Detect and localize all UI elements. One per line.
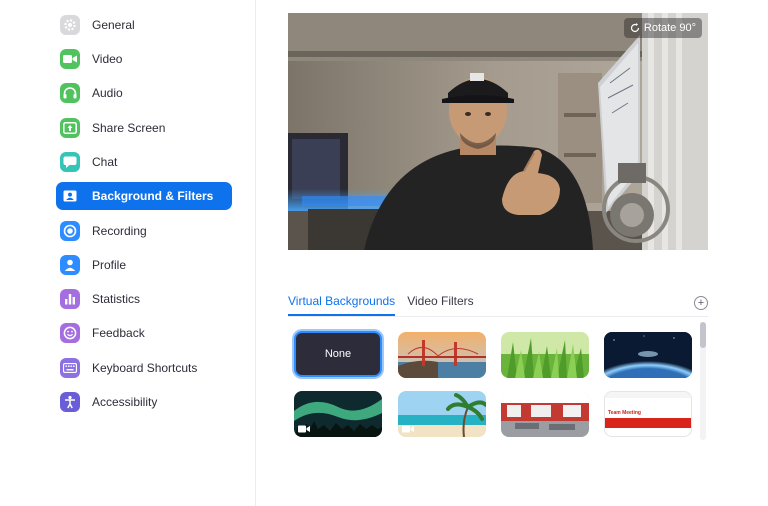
tab-virtual-backgrounds[interactable]: Virtual Backgrounds [288,294,396,316]
add-background-button[interactable]: + [694,296,708,310]
background-earth-from-space[interactable] [604,332,692,378]
background-office[interactable] [501,391,589,437]
sidebar-item-label: Audio [92,86,123,100]
rotate-button[interactable]: Rotate 90° [623,18,702,38]
background-none[interactable]: None [294,331,382,377]
sidebar-item-label: Recording [92,224,147,238]
background-team-meeting[interactable]: Team Meeting [604,391,692,437]
accessibility-icon [60,392,80,412]
background-grass[interactable] [501,332,589,378]
sidebar-item-audio[interactable]: Audio [56,79,232,107]
camera-preview-image [288,13,708,250]
camera-preview: Rotate 90° [288,13,708,250]
bar-chart-icon [60,289,80,309]
headphones-icon [60,83,80,103]
sidebar-item-label: Chat [92,155,118,169]
team-meeting-header-strip [605,392,691,398]
gear-icon [60,15,80,35]
rotate-label: Rotate 90° [643,22,696,34]
team-meeting-title: Team Meeting [608,410,641,416]
plus-icon: + [697,296,705,309]
sidebar-item-share-screen[interactable]: Share Screen [56,114,232,142]
smiley-icon [60,323,80,343]
sidebar-item-label: Statistics [92,292,141,306]
background-beach[interactable] [398,391,486,437]
sidebar-item-feedback[interactable]: Feedback [56,319,232,347]
settings-sidebar: General Video Audio Share Screen Chat Ba… [0,0,256,506]
person-icon [60,255,80,275]
keyboard-icon [60,358,80,378]
background-portrait-icon [60,186,80,206]
rotate-icon [630,23,639,33]
sidebar-item-video[interactable]: Video [56,45,232,73]
video-camera-icon [402,425,414,433]
background-none-label: None [324,348,352,360]
share-screen-icon [60,118,80,138]
sidebar-item-background-filters[interactable]: Background & Filters [56,182,232,210]
sidebar-item-general[interactable]: General [56,11,232,39]
sidebar-item-recording[interactable]: Recording [56,217,232,245]
background-golden-gate-bridge[interactable] [398,332,486,378]
sidebar-item-accessibility[interactable]: Accessibility [56,388,232,416]
sidebar-item-label: General [92,18,135,32]
background-aurora[interactable] [294,391,382,437]
sidebar-item-label: Video [92,52,123,66]
sidebar-item-chat[interactable]: Chat [56,148,232,176]
sidebar-item-label: Background & Filters [92,189,214,203]
sidebar-item-label: Keyboard Shortcuts [92,361,198,375]
sidebar-item-statistics[interactable]: Statistics [56,285,232,313]
sidebar-item-profile[interactable]: Profile [56,251,232,279]
thumbnail-grid-fade [288,438,698,448]
sidebar-item-label: Feedback [92,326,145,340]
backgrounds-scrollbar-thumb[interactable] [700,322,706,348]
video-camera-icon [60,49,80,69]
background-tabs: Virtual Backgrounds Video Filters [288,294,474,316]
sidebar-item-keyboard-shortcuts[interactable]: Keyboard Shortcuts [56,354,232,382]
chat-bubble-icon [60,152,80,172]
backgrounds-scrollbar[interactable] [700,322,706,440]
tab-video-filters[interactable]: Video Filters [407,294,473,316]
sidebar-item-label: Share Screen [92,121,166,135]
sidebar-item-label: Profile [92,258,127,272]
tab-divider [288,316,708,317]
sidebar-item-label: Accessibility [92,395,158,409]
record-icon [60,221,80,241]
video-camera-icon [298,425,310,433]
team-meeting-red-band [605,418,691,428]
